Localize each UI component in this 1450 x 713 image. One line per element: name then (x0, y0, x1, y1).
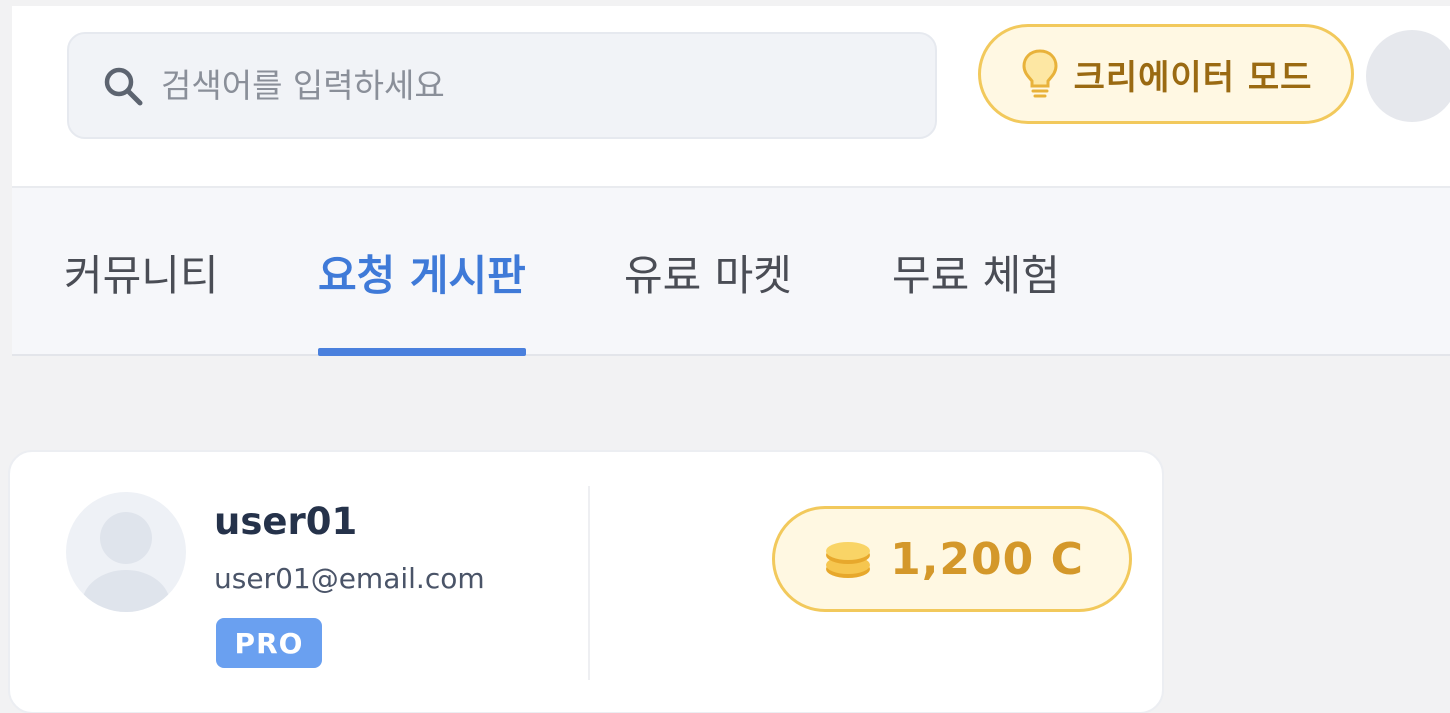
creator-mode-label: 크리에이터 모드 (1073, 57, 1313, 98)
pro-badge: PRO (216, 618, 322, 668)
active-tab-indicator (318, 348, 526, 356)
credits-amount: 1,200 C (890, 533, 1084, 585)
tab-bar: 커뮤니티 요청 게시판 유료 마켓 무료 체험 (12, 186, 1450, 356)
user-avatar[interactable] (1366, 30, 1450, 122)
card-divider (588, 486, 590, 680)
search-bar[interactable] (67, 32, 937, 139)
user-email: user01@email.com (214, 562, 485, 595)
default-user-icon (82, 512, 170, 612)
username: user01 (214, 500, 358, 543)
lightbulb-icon (1022, 49, 1058, 98)
tab-request-board[interactable]: 요청 게시판 (318, 242, 526, 356)
creator-mode-button[interactable]: 크리에이터 모드 (978, 24, 1354, 124)
search-icon (104, 67, 143, 105)
profile-card: user01 user01@email.com PRO 1,200 C (8, 450, 1164, 713)
page: 크리에이터 모드 커뮤니티 요청 게시판 유료 마켓 무료 체험 user01 … (0, 0, 1450, 713)
search-input[interactable] (161, 66, 861, 105)
top-header: 크리에이터 모드 (12, 6, 1450, 186)
tab-paid-market[interactable]: 유료 마켓 (624, 242, 792, 352)
credits-balance[interactable]: 1,200 C (772, 506, 1132, 612)
tab-free-trial[interactable]: 무료 체험 (892, 242, 1060, 352)
coin-stack-icon (826, 542, 871, 578)
tab-community[interactable]: 커뮤니티 (64, 242, 219, 352)
profile-avatar[interactable] (66, 492, 186, 612)
